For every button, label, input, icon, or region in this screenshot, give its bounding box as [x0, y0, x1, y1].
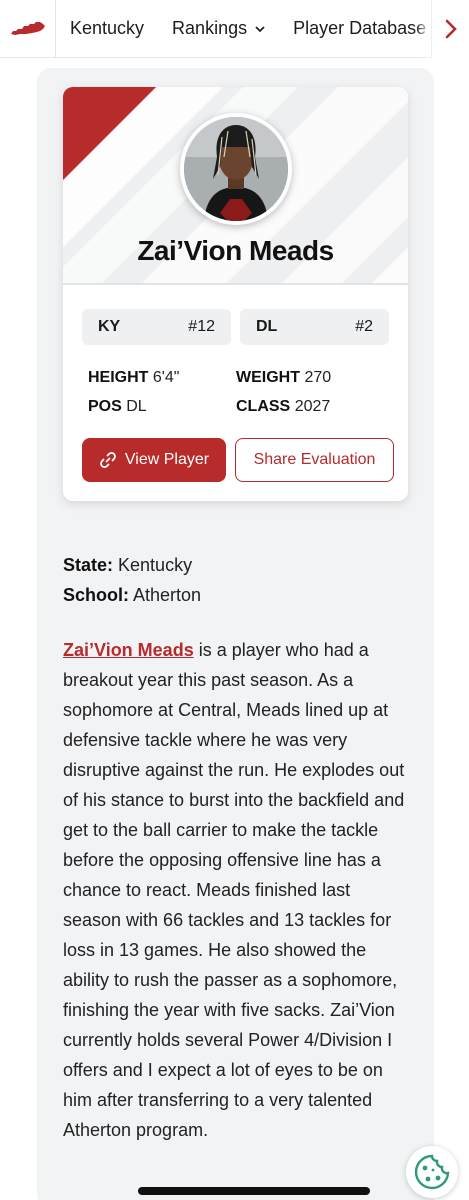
cookie-icon — [414, 1154, 450, 1190]
position-rank-badge: DL #2 — [240, 309, 389, 345]
chevron-down-icon — [255, 26, 265, 33]
article-body: is a player who had a breakout year this… — [63, 640, 405, 1140]
kentucky-state-icon — [10, 21, 45, 35]
nav-scroll-button[interactable] — [431, 0, 469, 58]
stat-label: WEIGHT — [236, 369, 300, 386]
state-rank-badge: KY #12 — [82, 309, 231, 345]
player-photo — [184, 117, 288, 221]
state-rank: #12 — [188, 318, 215, 335]
position-abbr: DL — [256, 318, 278, 335]
stat-position: POS DL — [88, 398, 147, 416]
stat-value: 6'4" — [152, 369, 180, 386]
site-logo[interactable] — [0, 0, 56, 58]
position-rank: #2 — [355, 318, 373, 335]
player-state: State: Kentucky — [63, 555, 192, 576]
player-name: Zai’Vion Meads — [137, 235, 334, 266]
state-value: Kentucky — [118, 555, 193, 575]
state-label: State: — [63, 555, 114, 575]
view-player-label: View Player — [124, 451, 210, 468]
school-value: Atherton — [133, 585, 202, 605]
stat-weight: WEIGHT 270 — [236, 369, 331, 387]
player-card-header: Zai’Vion Meads — [63, 87, 408, 285]
nav-item-player-database[interactable]: Player Database — [279, 0, 440, 58]
stat-label: CLASS — [236, 398, 291, 415]
stat-value: 2027 — [294, 398, 331, 415]
chevron-right-icon — [445, 19, 457, 39]
player-avatar — [180, 113, 292, 225]
player-name-link[interactable]: Zai’Vion Meads — [63, 640, 194, 660]
stat-label: HEIGHT — [88, 369, 149, 386]
share-evaluation-button[interactable]: Share Evaluation — [235, 438, 394, 482]
nav-item-label: Player Database — [293, 18, 427, 38]
school-label: School: — [63, 585, 129, 605]
player-card: Zai’Vion Meads KY #12 DL #2 HEIGHT 6'4" … — [63, 87, 408, 501]
link-icon — [100, 452, 116, 468]
nav-item-rankings[interactable]: Rankings — [158, 0, 279, 58]
cookie-settings-button[interactable] — [406, 1146, 458, 1198]
stat-label: POS — [88, 398, 122, 415]
share-evaluation-label: Share Evaluation — [253, 451, 376, 468]
evaluation-article: Zai’Vion Meads is a player who had a bre… — [63, 635, 408, 1145]
stat-value: DL — [126, 398, 147, 415]
stat-height: HEIGHT 6'4" — [88, 369, 179, 387]
view-player-button[interactable]: View Player — [82, 438, 226, 482]
nav-item-kentucky[interactable]: Kentucky — [56, 0, 158, 58]
state-abbr: KY — [98, 318, 121, 335]
stat-value: 270 — [304, 369, 332, 386]
player-school: School: Atherton — [63, 585, 201, 606]
nav-item-label: Rankings — [172, 18, 248, 38]
home-indicator — [138, 1187, 370, 1195]
stat-class: CLASS 2027 — [236, 398, 330, 416]
nav-item-label: Kentucky — [70, 18, 145, 38]
top-navigation: Kentucky Rankings Player Database — [0, 0, 469, 58]
